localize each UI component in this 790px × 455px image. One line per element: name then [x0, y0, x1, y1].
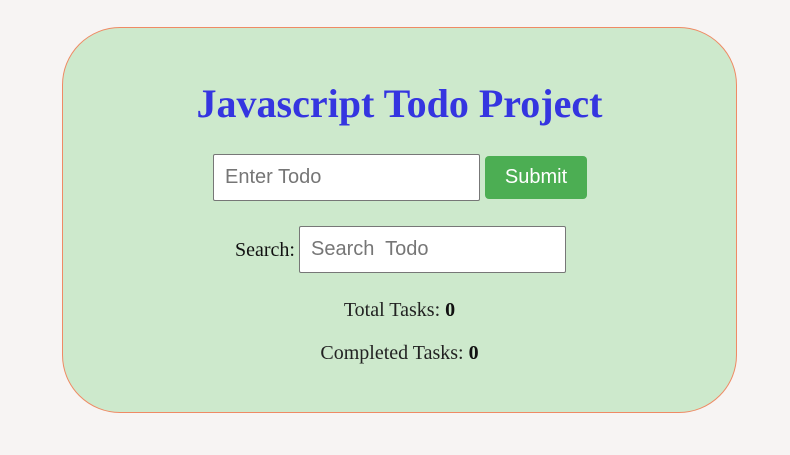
total-tasks-label: Total Tasks:: [343, 299, 441, 321]
page-title: Javascript Todo Project: [196, 81, 603, 126]
completed-tasks-stat: Completed Tasks: 0: [63, 341, 736, 365]
todo-card: Javascript Todo Project Submit Search: T…: [62, 27, 737, 413]
submit-button[interactable]: Submit: [485, 156, 587, 199]
total-tasks-count: 0: [445, 299, 456, 321]
completed-tasks-count: 0: [468, 342, 479, 364]
todo-input[interactable]: [213, 154, 480, 201]
search-input[interactable]: [299, 226, 566, 273]
total-tasks-stat: Total Tasks: 0: [63, 298, 736, 322]
completed-tasks-label: Completed Tasks:: [320, 342, 464, 364]
search-label: Search:: [235, 239, 295, 261]
